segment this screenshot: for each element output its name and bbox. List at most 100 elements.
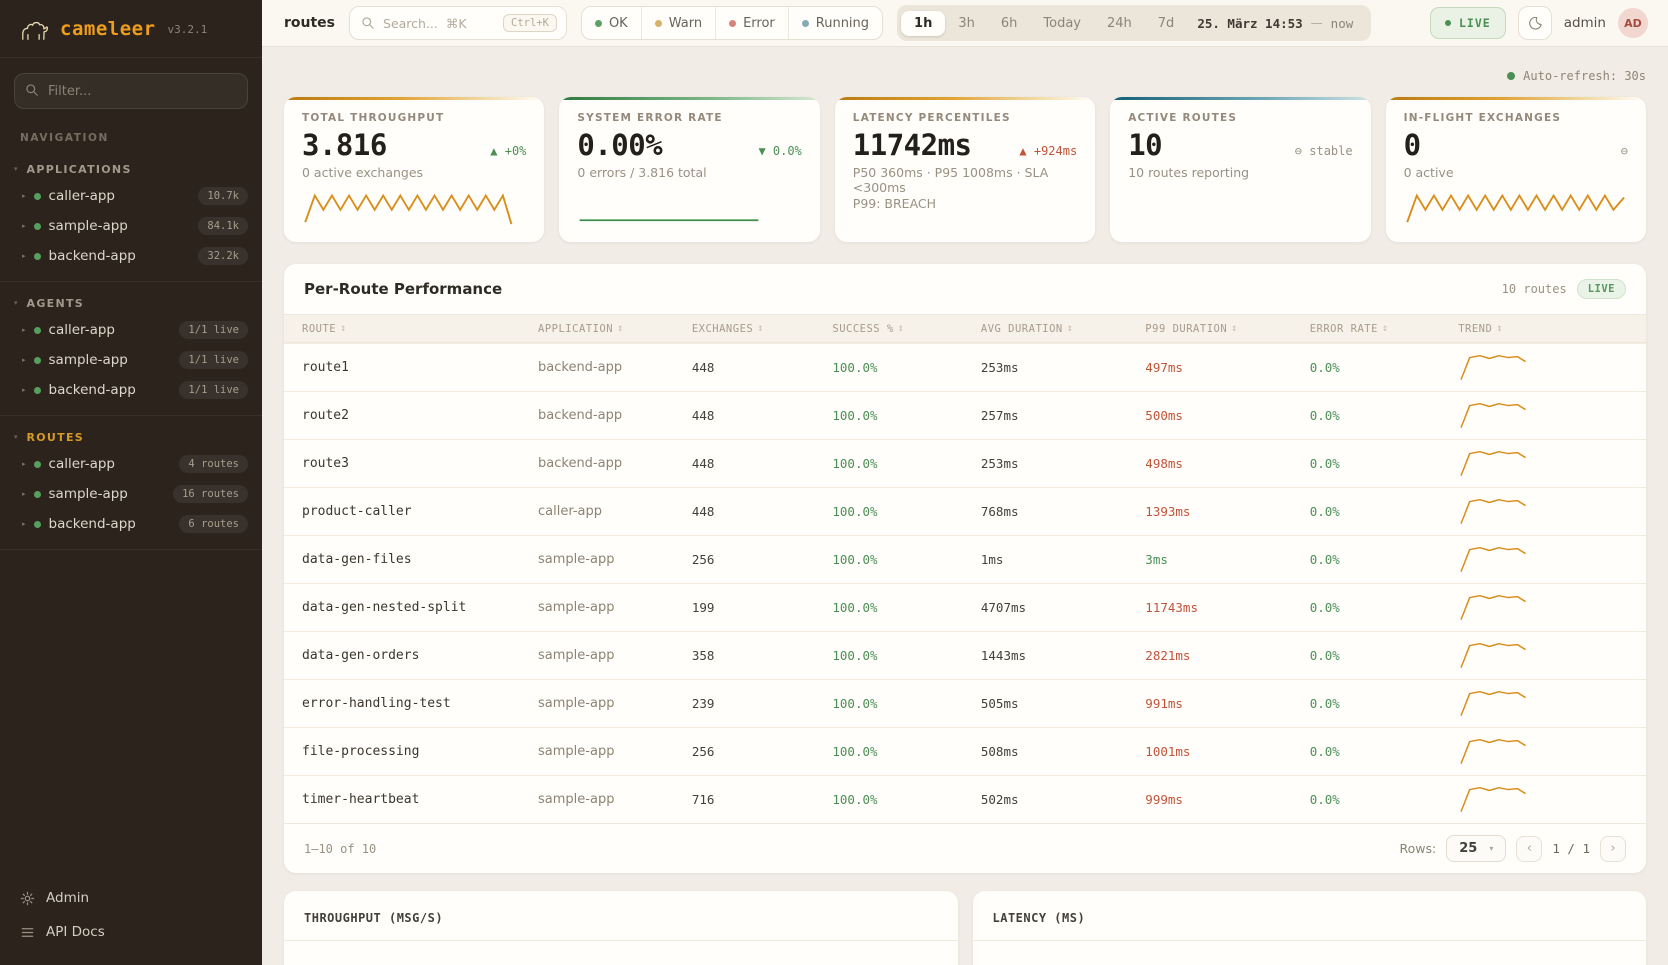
error-rate-value: 0.0% xyxy=(1310,744,1459,759)
exchanges-value: 199 xyxy=(692,600,833,615)
sidebar-item[interactable]: ▸ caller-app 10.7k xyxy=(0,181,262,211)
avatar[interactable]: AD xyxy=(1618,8,1648,38)
column-avg-duration[interactable]: AVG DURATION↕ xyxy=(981,323,1145,335)
range-7d[interactable]: 7d xyxy=(1145,11,1188,36)
prev-page-button[interactable]: ‹ xyxy=(1516,836,1542,862)
chevron-down-icon: ▾ xyxy=(1489,844,1493,853)
section-header-agents[interactable]: ▾ AGENTS xyxy=(0,288,262,315)
sidebar-item[interactable]: ▸ backend-app 6 routes xyxy=(0,509,262,539)
moon-icon xyxy=(1527,15,1543,31)
table-row[interactable]: product-caller caller-app 448 100.0% 768… xyxy=(284,487,1646,535)
success-value: 100.0% xyxy=(832,744,981,759)
section-header-routes[interactable]: ▾ ROUTES xyxy=(0,422,262,449)
sidebar-item[interactable]: ▸ caller-app 1/1 live xyxy=(0,315,262,345)
table-row[interactable]: data-gen-orders sample-app 358 100.0% 14… xyxy=(284,631,1646,679)
filter-ok[interactable]: OK xyxy=(582,7,641,39)
column-application[interactable]: APPLICATION↕ xyxy=(538,323,692,335)
table-row[interactable]: data-gen-nested-split sample-app 199 100… xyxy=(284,583,1646,631)
topbar-right: LIVE admin AD xyxy=(1430,6,1648,40)
sidebar-link-api-docs[interactable]: API Docs xyxy=(0,915,262,949)
per-route-performance-panel: Per-Route Performance 10 routes LIVE ROU… xyxy=(284,264,1646,873)
status-dot xyxy=(34,387,41,394)
list-icon xyxy=(20,925,35,940)
error-rate-value: 0.0% xyxy=(1310,504,1459,519)
section-title: ROUTES xyxy=(27,431,85,444)
table-row[interactable]: data-gen-files sample-app 256 100.0% 1ms… xyxy=(284,535,1646,583)
table-row[interactable]: timer-heartbeat sample-app 716 100.0% 50… xyxy=(284,775,1646,823)
rows-per-page-select[interactable]: 25 ▾ xyxy=(1446,835,1506,862)
sidebar-item[interactable]: ▸ backend-app 1/1 live xyxy=(0,375,262,405)
filter-error[interactable]: Error xyxy=(715,7,788,39)
kpi-subtitle: 0 active exchanges xyxy=(302,165,526,180)
filter-input[interactable] xyxy=(14,73,248,109)
sidebar-item[interactable]: ▸ caller-app 4 routes xyxy=(0,449,262,479)
autorefresh-label: Auto-refresh: 30s xyxy=(1523,69,1646,83)
table-footer: 1–10 of 10 Rows: 25 ▾ ‹ 1 / 1 › xyxy=(284,823,1646,873)
range-3h[interactable]: 3h xyxy=(945,11,988,36)
kpi-value: 0 xyxy=(1404,128,1421,162)
trend-sparkline xyxy=(1458,447,1628,481)
kpi-label: IN-FLIGHT EXCHANGES xyxy=(1404,112,1628,124)
status-filter-group: OK Warn Error Running xyxy=(581,6,883,40)
exchanges-value: 239 xyxy=(692,696,833,711)
filter-running[interactable]: Running xyxy=(788,7,882,39)
time-span[interactable]: 25. März 14:53 — now xyxy=(1187,16,1367,31)
range-today[interactable]: Today xyxy=(1030,11,1094,36)
live-label: LIVE xyxy=(1459,16,1491,30)
p99-duration-value: 497ms xyxy=(1145,360,1309,375)
avg-duration-value: 502ms xyxy=(981,792,1145,807)
sidebar-item[interactable]: ▸ sample-app 16 routes xyxy=(0,479,262,509)
pagination-range: 1–10 of 10 xyxy=(304,842,376,856)
sidebar-item[interactable]: ▸ sample-app 84.1k xyxy=(0,211,262,241)
live-toggle-button[interactable]: LIVE xyxy=(1430,7,1506,39)
status-dot xyxy=(34,521,41,528)
sort-icon: ↕ xyxy=(898,323,905,334)
chevron-right-icon: ▸ xyxy=(22,357,26,364)
column-error-rate[interactable]: ERROR RATE↕ xyxy=(1310,323,1459,335)
success-value: 100.0% xyxy=(832,456,981,471)
column-success[interactable]: SUCCESS %↕ xyxy=(832,323,981,335)
sidebar-item[interactable]: ▸ sample-app 1/1 live xyxy=(0,345,262,375)
rows-label: Rows: xyxy=(1400,841,1437,856)
column-exchanges[interactable]: EXCHANGES↕ xyxy=(692,323,833,335)
section-title: AGENTS xyxy=(27,297,85,310)
live-badge: LIVE xyxy=(1577,279,1626,299)
trend-sparkline xyxy=(1458,591,1628,625)
chevron-right-icon: ▸ xyxy=(22,491,26,498)
table-row[interactable]: route2 backend-app 448 100.0% 257ms 500m… xyxy=(284,391,1646,439)
range-6h[interactable]: 6h xyxy=(988,11,1031,36)
sidebar-item[interactable]: ▸ backend-app 32.2k xyxy=(0,241,262,271)
table-row[interactable]: route3 backend-app 448 100.0% 253ms 498m… xyxy=(284,439,1646,487)
column-route[interactable]: ROUTE↕ xyxy=(302,323,538,335)
logo[interactable]: cameleer v3.2.1 xyxy=(0,0,262,58)
range-1h[interactable]: 1h xyxy=(901,11,945,36)
status-dot xyxy=(34,461,41,468)
error-rate-value: 0.0% xyxy=(1310,552,1459,567)
sidebar-link-admin[interactable]: Admin xyxy=(0,881,262,915)
avg-duration-value: 253ms xyxy=(981,360,1145,375)
shortcut-hint: Ctrl+K xyxy=(503,14,557,32)
search-input[interactable] xyxy=(383,16,495,31)
section-header-applications[interactable]: ▾ APPLICATIONS xyxy=(0,154,262,181)
next-page-button[interactable]: › xyxy=(1600,836,1626,862)
column-trend[interactable]: TREND↕ xyxy=(1458,323,1628,335)
sidebar-link-label: Admin xyxy=(46,890,89,906)
range-24h[interactable]: 24h xyxy=(1094,11,1145,36)
exchanges-value: 448 xyxy=(692,504,833,519)
table-row[interactable]: route1 backend-app 448 100.0% 253ms 497m… xyxy=(284,343,1646,391)
filter-warn[interactable]: Warn xyxy=(641,7,715,39)
application-name: backend-app xyxy=(538,360,692,375)
chart-title: THROUGHPUT (MSG/S) xyxy=(304,911,443,925)
search-icon xyxy=(25,83,39,97)
exchanges-value: 256 xyxy=(692,744,833,759)
sidebar-item-label: caller-app xyxy=(49,188,115,204)
sidebar-filter xyxy=(14,73,248,109)
refresh-dot-icon xyxy=(1507,72,1515,80)
theme-toggle-button[interactable] xyxy=(1518,6,1552,40)
exchanges-value: 448 xyxy=(692,360,833,375)
table-row[interactable]: error-handling-test sample-app 239 100.0… xyxy=(284,679,1646,727)
table-row[interactable]: file-processing sample-app 256 100.0% 50… xyxy=(284,727,1646,775)
applications-list: ▸ caller-app 10.7k ▸ sample-app 84.1k ▸ xyxy=(0,181,262,271)
column-p99-duration[interactable]: P99 DURATION↕ xyxy=(1145,323,1309,335)
inflight-sparkline xyxy=(1404,180,1628,230)
